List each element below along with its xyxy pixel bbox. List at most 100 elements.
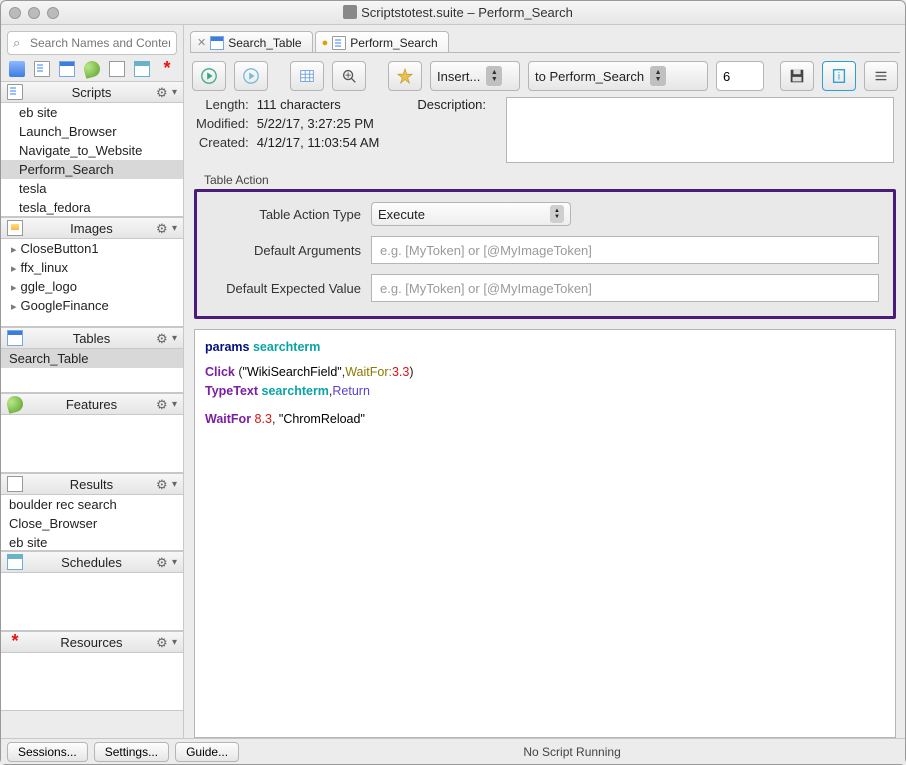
result-item[interactable]: Close_Browser (1, 514, 183, 533)
length-label: Length: (196, 97, 249, 112)
line-number-input[interactable] (716, 61, 764, 91)
suite-filter-icon[interactable] (9, 61, 25, 77)
filter-icon-row: * (1, 61, 183, 81)
close-icon[interactable]: ✕ (197, 36, 206, 49)
script-item[interactable]: Perform_Search (1, 160, 183, 179)
default-args-input[interactable] (371, 236, 879, 264)
info-button[interactable]: i (822, 61, 856, 91)
tab-label: Search_Table (228, 36, 301, 50)
gear-icon[interactable]: ⚙ (156, 221, 170, 235)
action-type-select[interactable]: Execute ▲▼ (371, 202, 571, 226)
features-section-header[interactable]: Features ⚙▾ (1, 393, 183, 415)
chevron-down-icon[interactable]: ▾ (172, 399, 177, 410)
dropdown-label: to Perform_Search (535, 69, 644, 84)
images-list: CloseButton1 ffx_linux ggle_logo GoogleF… (1, 239, 183, 327)
dropdown-label: Insert... (437, 69, 480, 84)
sessions-button[interactable]: Sessions... (7, 742, 88, 762)
run-selection-button[interactable] (234, 61, 268, 91)
svg-text:i: i (838, 72, 840, 83)
description-textarea[interactable] (506, 97, 894, 163)
script-filter-icon[interactable] (34, 61, 50, 77)
section-title: Tables (27, 331, 156, 346)
insert-dropdown[interactable]: Insert... ▲▼ (430, 61, 520, 91)
results-section-header[interactable]: Results ⚙▾ (1, 473, 183, 495)
target-dropdown[interactable]: to Perform_Search ▲▼ (528, 61, 708, 91)
result-item[interactable]: eb site (1, 533, 183, 551)
modified-label: Modified: (196, 116, 249, 131)
tab-label: Perform_Search (350, 36, 437, 50)
capture-button[interactable] (388, 61, 422, 91)
asterisk-icon: * (7, 634, 23, 650)
metadata-panel: Length: 111 characters Modified: 5/22/17… (184, 97, 905, 169)
tables-section-header[interactable]: Tables ⚙▾ (1, 327, 183, 349)
schedules-list (1, 573, 183, 631)
titlebar: Scriptstotest.suite – Perform_Search (1, 1, 905, 25)
toolbar: Insert... ▲▼ to Perform_Search ▲▼ i (184, 53, 905, 97)
chevron-down-icon[interactable]: ▾ (172, 333, 177, 344)
script-icon (7, 84, 23, 100)
image-item[interactable]: ffx_linux (1, 258, 183, 277)
resources-list (1, 653, 183, 711)
gear-icon[interactable]: ⚙ (156, 555, 170, 569)
script-item[interactable]: tesla (1, 179, 183, 198)
script-item[interactable]: eb site (1, 103, 183, 122)
show-table-button[interactable] (290, 61, 324, 91)
section-title: Resources (27, 635, 156, 650)
chevron-down-icon[interactable]: ▾ (172, 223, 177, 234)
chevron-down-icon[interactable]: ▾ (172, 479, 177, 490)
action-type-label: Table Action Type (211, 207, 371, 222)
resources-section-header[interactable]: * Resources ⚙▾ (1, 631, 183, 653)
created-label: Created: (196, 135, 249, 150)
table-filter-icon[interactable] (59, 61, 75, 77)
gear-icon[interactable]: ⚙ (156, 635, 170, 649)
settings-button[interactable]: Settings... (94, 742, 169, 762)
updown-icon: ▲▼ (486, 66, 502, 86)
script-item[interactable]: Launch_Browser (1, 122, 183, 141)
section-title: Scripts (27, 85, 156, 100)
feature-filter-icon[interactable] (82, 59, 102, 79)
table-action-panel: Table Action Type Execute ▲▼ Default Arg… (194, 189, 896, 319)
image-item[interactable]: GoogleFinance (1, 296, 183, 315)
gear-icon[interactable]: ⚙ (156, 397, 170, 411)
script-item[interactable]: Navigate_to_Website (1, 141, 183, 160)
results-list: boulder rec search Close_Browser eb site (1, 495, 183, 551)
modified-icon: ● (322, 37, 329, 49)
tab-perform-search[interactable]: ● Perform_Search (315, 31, 449, 53)
gear-icon[interactable]: ⚙ (156, 477, 170, 491)
run-button[interactable] (192, 61, 226, 91)
image-item[interactable]: ggle_logo (1, 277, 183, 296)
search-input[interactable] (7, 31, 177, 55)
length-value: 111 characters (257, 97, 380, 112)
chevron-down-icon[interactable]: ▾ (172, 557, 177, 568)
image-icon (7, 220, 23, 236)
updown-icon: ▲▼ (650, 66, 666, 86)
scripts-section-header[interactable]: Scripts ⚙▾ (1, 81, 183, 103)
result-item[interactable]: boulder rec search (1, 495, 183, 514)
section-title: Schedules (27, 555, 156, 570)
schedules-section-header[interactable]: Schedules ⚙▾ (1, 551, 183, 573)
tables-list: Search_Table (1, 349, 183, 393)
gear-icon[interactable]: ⚙ (156, 331, 170, 345)
tab-search-table[interactable]: ✕ Search_Table (190, 31, 313, 53)
chevron-down-icon[interactable]: ▾ (172, 637, 177, 648)
default-expected-input[interactable] (371, 274, 879, 302)
gear-icon[interactable]: ⚙ (156, 85, 170, 99)
suite-icon (343, 5, 357, 19)
zoom-button[interactable] (332, 61, 366, 91)
images-section-header[interactable]: Images ⚙▾ (1, 217, 183, 239)
result-filter-icon[interactable] (109, 61, 125, 77)
script-item[interactable]: tesla_fedora (1, 198, 183, 217)
table-icon (7, 330, 23, 346)
guide-button[interactable]: Guide... (175, 742, 239, 762)
table-item[interactable]: Search_Table (1, 349, 183, 368)
schedule-filter-icon[interactable] (134, 61, 150, 77)
outline-button[interactable] (864, 61, 898, 91)
select-value: Execute (378, 207, 425, 222)
image-item[interactable]: CloseButton1 (1, 239, 183, 258)
resource-filter-icon[interactable]: * (159, 61, 175, 77)
section-title: Results (27, 477, 156, 492)
save-button[interactable] (780, 61, 814, 91)
chevron-down-icon[interactable]: ▾ (172, 87, 177, 98)
script-editor[interactable]: params searchterm Click ("WikiSearchFiel… (194, 329, 896, 738)
window-title: Scriptstotest.suite – Perform_Search (19, 5, 897, 20)
